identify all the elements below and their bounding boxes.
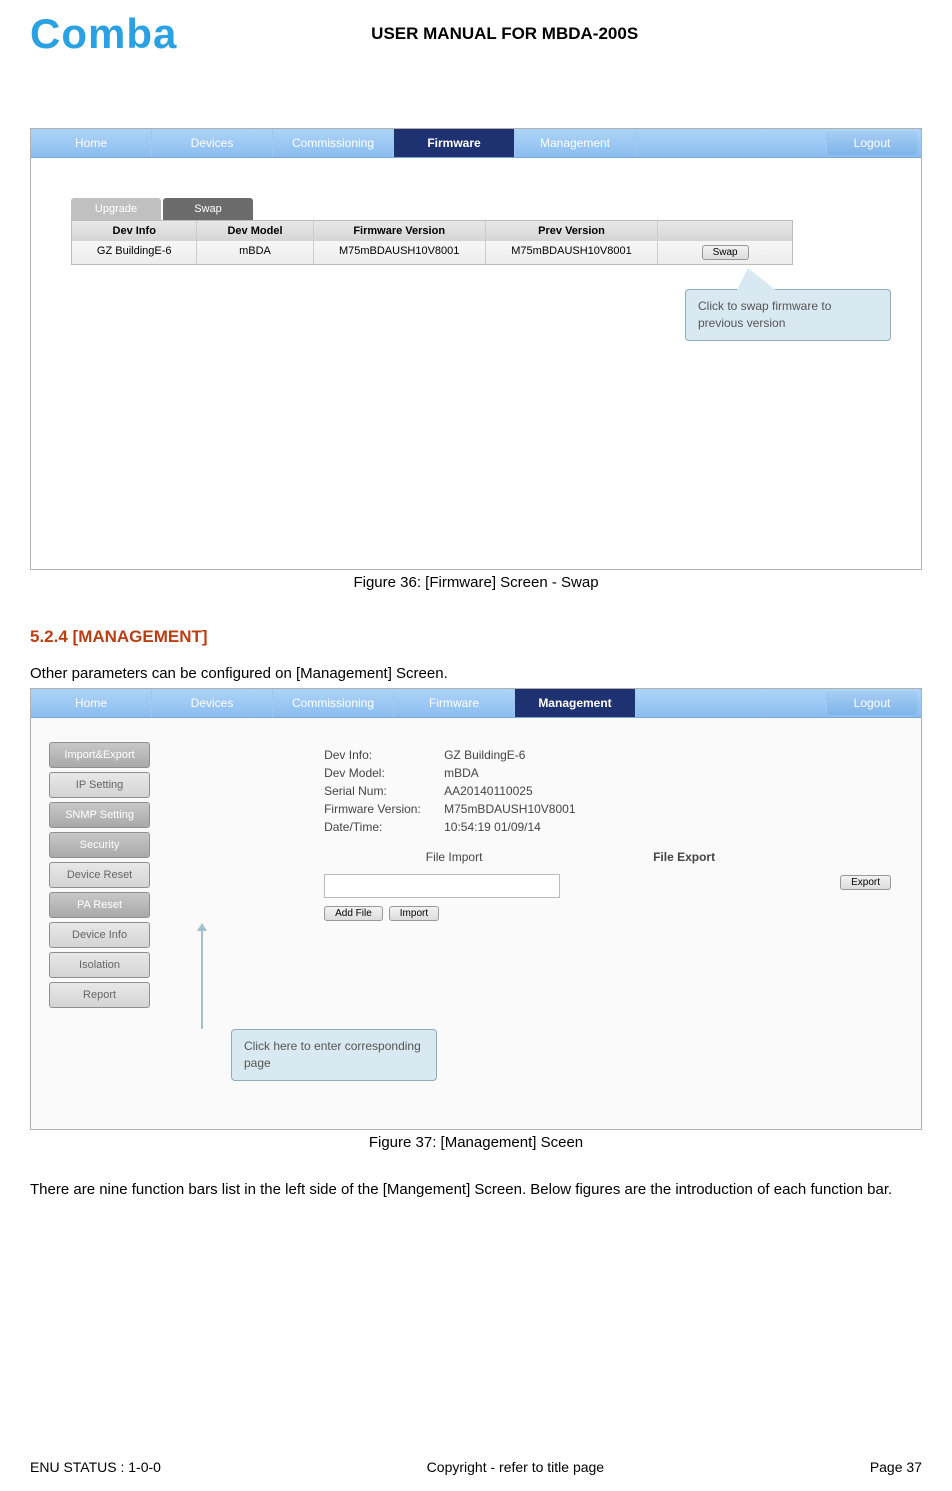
subtab-swap[interactable]: Swap <box>163 198 253 220</box>
table-row: GZ BuildingE-6 mBDA M75mBDAUSH10V8001 M7… <box>72 241 792 264</box>
tooltip-connector <box>201 929 203 1029</box>
nav-management[interactable]: Management <box>515 129 636 157</box>
add-file-button[interactable]: Add File <box>324 906 383 921</box>
nav2-devices[interactable]: Devices <box>152 689 273 717</box>
import-button[interactable]: Import <box>389 906 439 921</box>
th-dev-model: Dev Model <box>197 221 313 241</box>
footer-status: ENU STATUS : 1-0-0 <box>30 1459 161 1475</box>
nav2-management[interactable]: Management <box>515 689 636 717</box>
th-dev-info: Dev Info <box>72 221 197 241</box>
td-fw-version: M75mBDAUSH10V8001 <box>314 241 486 264</box>
value-dev-model: mBDA <box>444 766 479 780</box>
value-serial: AA20140110025 <box>444 784 533 798</box>
footer-page-number: Page 37 <box>870 1459 922 1475</box>
firmware-swap-screenshot: Home Devices Commissioning Firmware Mana… <box>30 128 922 570</box>
td-dev-model: mBDA <box>197 241 313 264</box>
nav-home[interactable]: Home <box>31 129 152 157</box>
figure-37-caption: Figure 37: [Management] Sceen <box>30 1134 922 1151</box>
sidebar-report[interactable]: Report <box>49 982 150 1008</box>
firmware-table: Dev Info Dev Model Firmware Version Prev… <box>71 220 793 265</box>
top-nav: Home Devices Commissioning Firmware Mana… <box>31 129 921 158</box>
sidebar-device-reset[interactable]: Device Reset <box>49 862 150 888</box>
sidebar-snmp-setting[interactable]: SNMP Setting <box>49 802 150 828</box>
td-action: Swap <box>658 241 792 264</box>
sidebar-import-export[interactable]: Import&Export <box>49 742 150 768</box>
subtab-upgrade[interactable]: Upgrade <box>71 198 161 220</box>
logout-button[interactable]: Logout <box>826 131 917 155</box>
figure-36-caption: Figure 36: [Firmware] Screen - Swap <box>30 574 922 591</box>
footer-copyright: Copyright - refer to title page <box>427 1459 604 1475</box>
top-nav-2: Home Devices Commissioning Firmware Mana… <box>31 689 921 718</box>
label-fw-version: Firmware Version: <box>324 802 444 816</box>
export-button[interactable]: Export <box>840 875 891 890</box>
swap-button[interactable]: Swap <box>702 245 749 260</box>
closing-paragraph: There are nine function bars list in the… <box>30 1181 922 1198</box>
col-file-export: File Export <box>584 850 784 864</box>
label-serial: Serial Num: <box>324 784 444 798</box>
nav2-firmware[interactable]: Firmware <box>394 689 515 717</box>
import-file-input[interactable] <box>324 874 560 898</box>
th-actions <box>658 221 792 241</box>
sidebar-device-info[interactable]: Device Info <box>49 922 150 948</box>
logout-button-2[interactable]: Logout <box>826 691 917 715</box>
page-footer: ENU STATUS : 1-0-0 Copyright - refer to … <box>30 1459 922 1475</box>
table-header: Dev Info Dev Model Firmware Version Prev… <box>72 221 792 241</box>
nav2-commissioning[interactable]: Commissioning <box>273 689 394 717</box>
management-screenshot: Home Devices Commissioning Firmware Mana… <box>30 688 922 1130</box>
th-prev-version: Prev Version <box>486 221 658 241</box>
nav2-spacer <box>636 689 826 717</box>
sidebar-security[interactable]: Security <box>49 832 150 858</box>
sidebar-isolation[interactable]: Isolation <box>49 952 150 978</box>
td-dev-info: GZ BuildingE-6 <box>72 241 197 264</box>
nav-devices[interactable]: Devices <box>152 129 273 157</box>
page-header: Comba USER MANUAL FOR MBDA-200S <box>30 10 922 58</box>
nav2-home[interactable]: Home <box>31 689 152 717</box>
swap-tooltip: Click to swap firmware to previous versi… <box>685 289 891 341</box>
sub-tabs: Upgrade Swap <box>71 198 921 220</box>
label-datetime: Date/Time: <box>324 820 444 834</box>
value-datetime: 10:54:19 01/09/14 <box>444 820 541 834</box>
section-heading: 5.2.4 [MANAGEMENT] <box>30 627 922 647</box>
td-prev-version: M75mBDAUSH10V8001 <box>486 241 658 264</box>
management-sidebar: Import&Export IP Setting SNMP Setting Se… <box>31 718 164 1130</box>
nav-commissioning[interactable]: Commissioning <box>273 129 394 157</box>
section-intro: Other parameters can be configured on [M… <box>30 665 922 682</box>
label-dev-info: Dev Info: <box>324 748 444 762</box>
col-file-import: File Import <box>324 850 584 864</box>
sidebar-tooltip: Click here to enter corresponding page <box>231 1029 437 1081</box>
label-dev-model: Dev Model: <box>324 766 444 780</box>
document-title: USER MANUAL FOR MBDA-200S <box>87 24 922 44</box>
value-dev-info: GZ BuildingE-6 <box>444 748 525 762</box>
nav-spacer <box>636 129 826 157</box>
sidebar-ip-setting[interactable]: IP Setting <box>49 772 150 798</box>
sidebar-pa-reset[interactable]: PA Reset <box>49 892 150 918</box>
nav-firmware[interactable]: Firmware <box>394 129 515 157</box>
th-fw-version: Firmware Version <box>314 221 486 241</box>
value-fw-version: M75mBDAUSH10V8001 <box>444 802 575 816</box>
